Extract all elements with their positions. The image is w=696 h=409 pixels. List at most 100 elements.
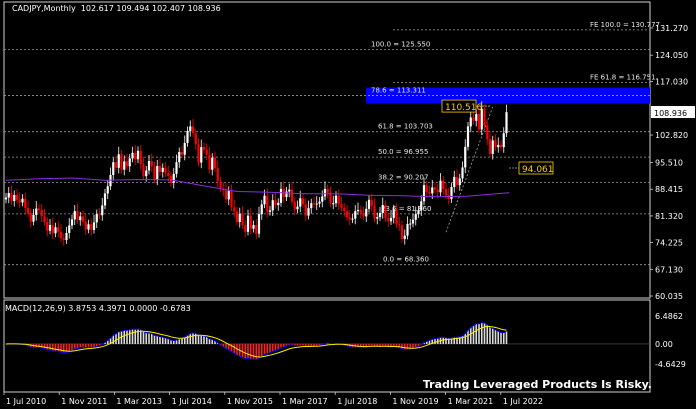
candle-body: [318, 201, 321, 204]
candle-body: [455, 176, 459, 186]
candle-body: [420, 201, 423, 211]
candle-body: [139, 150, 142, 165]
candle-body: [227, 190, 230, 200]
candle-body: [453, 176, 456, 188]
candle-body: [425, 185, 428, 192]
candle-body: [90, 224, 93, 230]
candle-body: [219, 181, 222, 189]
candle-body: [403, 235, 406, 239]
candle-body: [26, 208, 30, 213]
y-tick-label: 102.820: [655, 131, 688, 140]
candle-body: [123, 161, 126, 170]
price-chart: FE 100.0 = 130.777 100.0 = 125.550 FE 61.8…: [3, 1, 695, 406]
candle-body: [411, 219, 415, 224]
symbol-label: CADJPY,Monthly: [12, 4, 76, 13]
candle-body: [120, 154, 123, 170]
candle-body: [84, 221, 87, 230]
candle-body: [106, 186, 109, 194]
symbol-title: CADJPY,Monthly 102.617 109.494 102.407 1…: [12, 4, 221, 13]
candle-body: [444, 188, 448, 196]
candle-body: [290, 189, 294, 202]
candle-body: [362, 212, 365, 217]
candle-body: [51, 225, 54, 234]
candle-body: [35, 208, 38, 215]
macd-y-tick-label: 6.4862: [655, 312, 683, 321]
y-tick-label: 124.050: [655, 51, 688, 60]
candle-body: [134, 152, 137, 160]
candle-body: [431, 187, 434, 194]
candle-body: [326, 188, 329, 193]
candle-body: [395, 209, 398, 225]
candle-body: [334, 195, 338, 204]
candle-body: [128, 158, 131, 167]
candle-body: [246, 215, 250, 232]
candle-body: [241, 213, 244, 226]
candle-body: [142, 164, 145, 177]
candle-body: [447, 195, 450, 200]
y-tick-label: 81.320: [655, 212, 683, 221]
candle-body: [340, 204, 343, 208]
candle-body: [65, 232, 68, 241]
candle-body: [477, 114, 481, 130]
candle-body: [301, 198, 305, 205]
candle-body: [244, 225, 247, 232]
candle-body: [461, 167, 464, 179]
candle-body: [257, 214, 261, 234]
candle-body: [494, 140, 497, 148]
candle-body: [211, 157, 214, 170]
fib-level-label: 23.6 = 81.860: [381, 205, 431, 213]
y-tick-label: 95.510: [655, 159, 683, 168]
candle-body: [81, 216, 85, 222]
candle-body: [307, 208, 310, 216]
candle-body: [414, 214, 417, 220]
price-callout-label: 94.061: [522, 165, 554, 175]
candle-body: [464, 146, 467, 168]
candle-body: [400, 225, 404, 239]
candle-body: [310, 203, 313, 209]
candle-body: [101, 205, 104, 216]
x-tick-label: 1 Mar 2013: [116, 397, 162, 406]
candle-body: [136, 150, 140, 160]
candle-body: [230, 190, 233, 208]
candle-body: [178, 152, 181, 163]
y-tick-label: 108.936: [654, 109, 687, 118]
candle-body: [175, 162, 178, 174]
candle-body: [502, 133, 505, 148]
candle-body: [249, 215, 252, 229]
candle-body: [252, 225, 255, 229]
candle-body: [24, 198, 27, 209]
candle-body: [392, 209, 395, 218]
candle-body: [384, 205, 387, 219]
macd-title: MACD(12,26,9) 3.8753 4.3971 0.0000 -0.67…: [5, 304, 191, 313]
candle-body: [59, 231, 63, 239]
candle-body: [191, 126, 195, 134]
candle-body: [233, 207, 236, 212]
candle-body: [73, 211, 76, 220]
candle-body: [197, 144, 200, 163]
candle-body: [76, 211, 79, 221]
candle-body: [4, 197, 8, 200]
candle-body: [235, 211, 239, 223]
candle-body: [205, 149, 208, 155]
candle-body: [475, 114, 478, 121]
y-tick-label: 67.130: [655, 265, 683, 274]
candle-body: [293, 201, 296, 210]
fib-level-label: 78.6 = 113.311: [371, 87, 426, 95]
candle-body: [497, 144, 500, 148]
candle-body: [48, 225, 52, 231]
candle-body: [343, 207, 346, 212]
candle-body: [367, 199, 371, 209]
candle-body: [125, 161, 129, 167]
candle-body: [18, 199, 21, 203]
candle-body: [79, 216, 82, 221]
candle-body: [87, 224, 90, 230]
candle-body: [304, 204, 307, 216]
candle-body: [348, 217, 351, 220]
candle-body: [92, 222, 96, 230]
fib-level-label: 50.0 = 96.955: [378, 148, 428, 156]
candle-body: [450, 187, 453, 200]
candle-body: [312, 203, 316, 205]
moving-average-line: [5, 177, 510, 198]
candle-body: [46, 222, 49, 231]
x-tick-label: 1 Jul 2014: [172, 397, 212, 406]
